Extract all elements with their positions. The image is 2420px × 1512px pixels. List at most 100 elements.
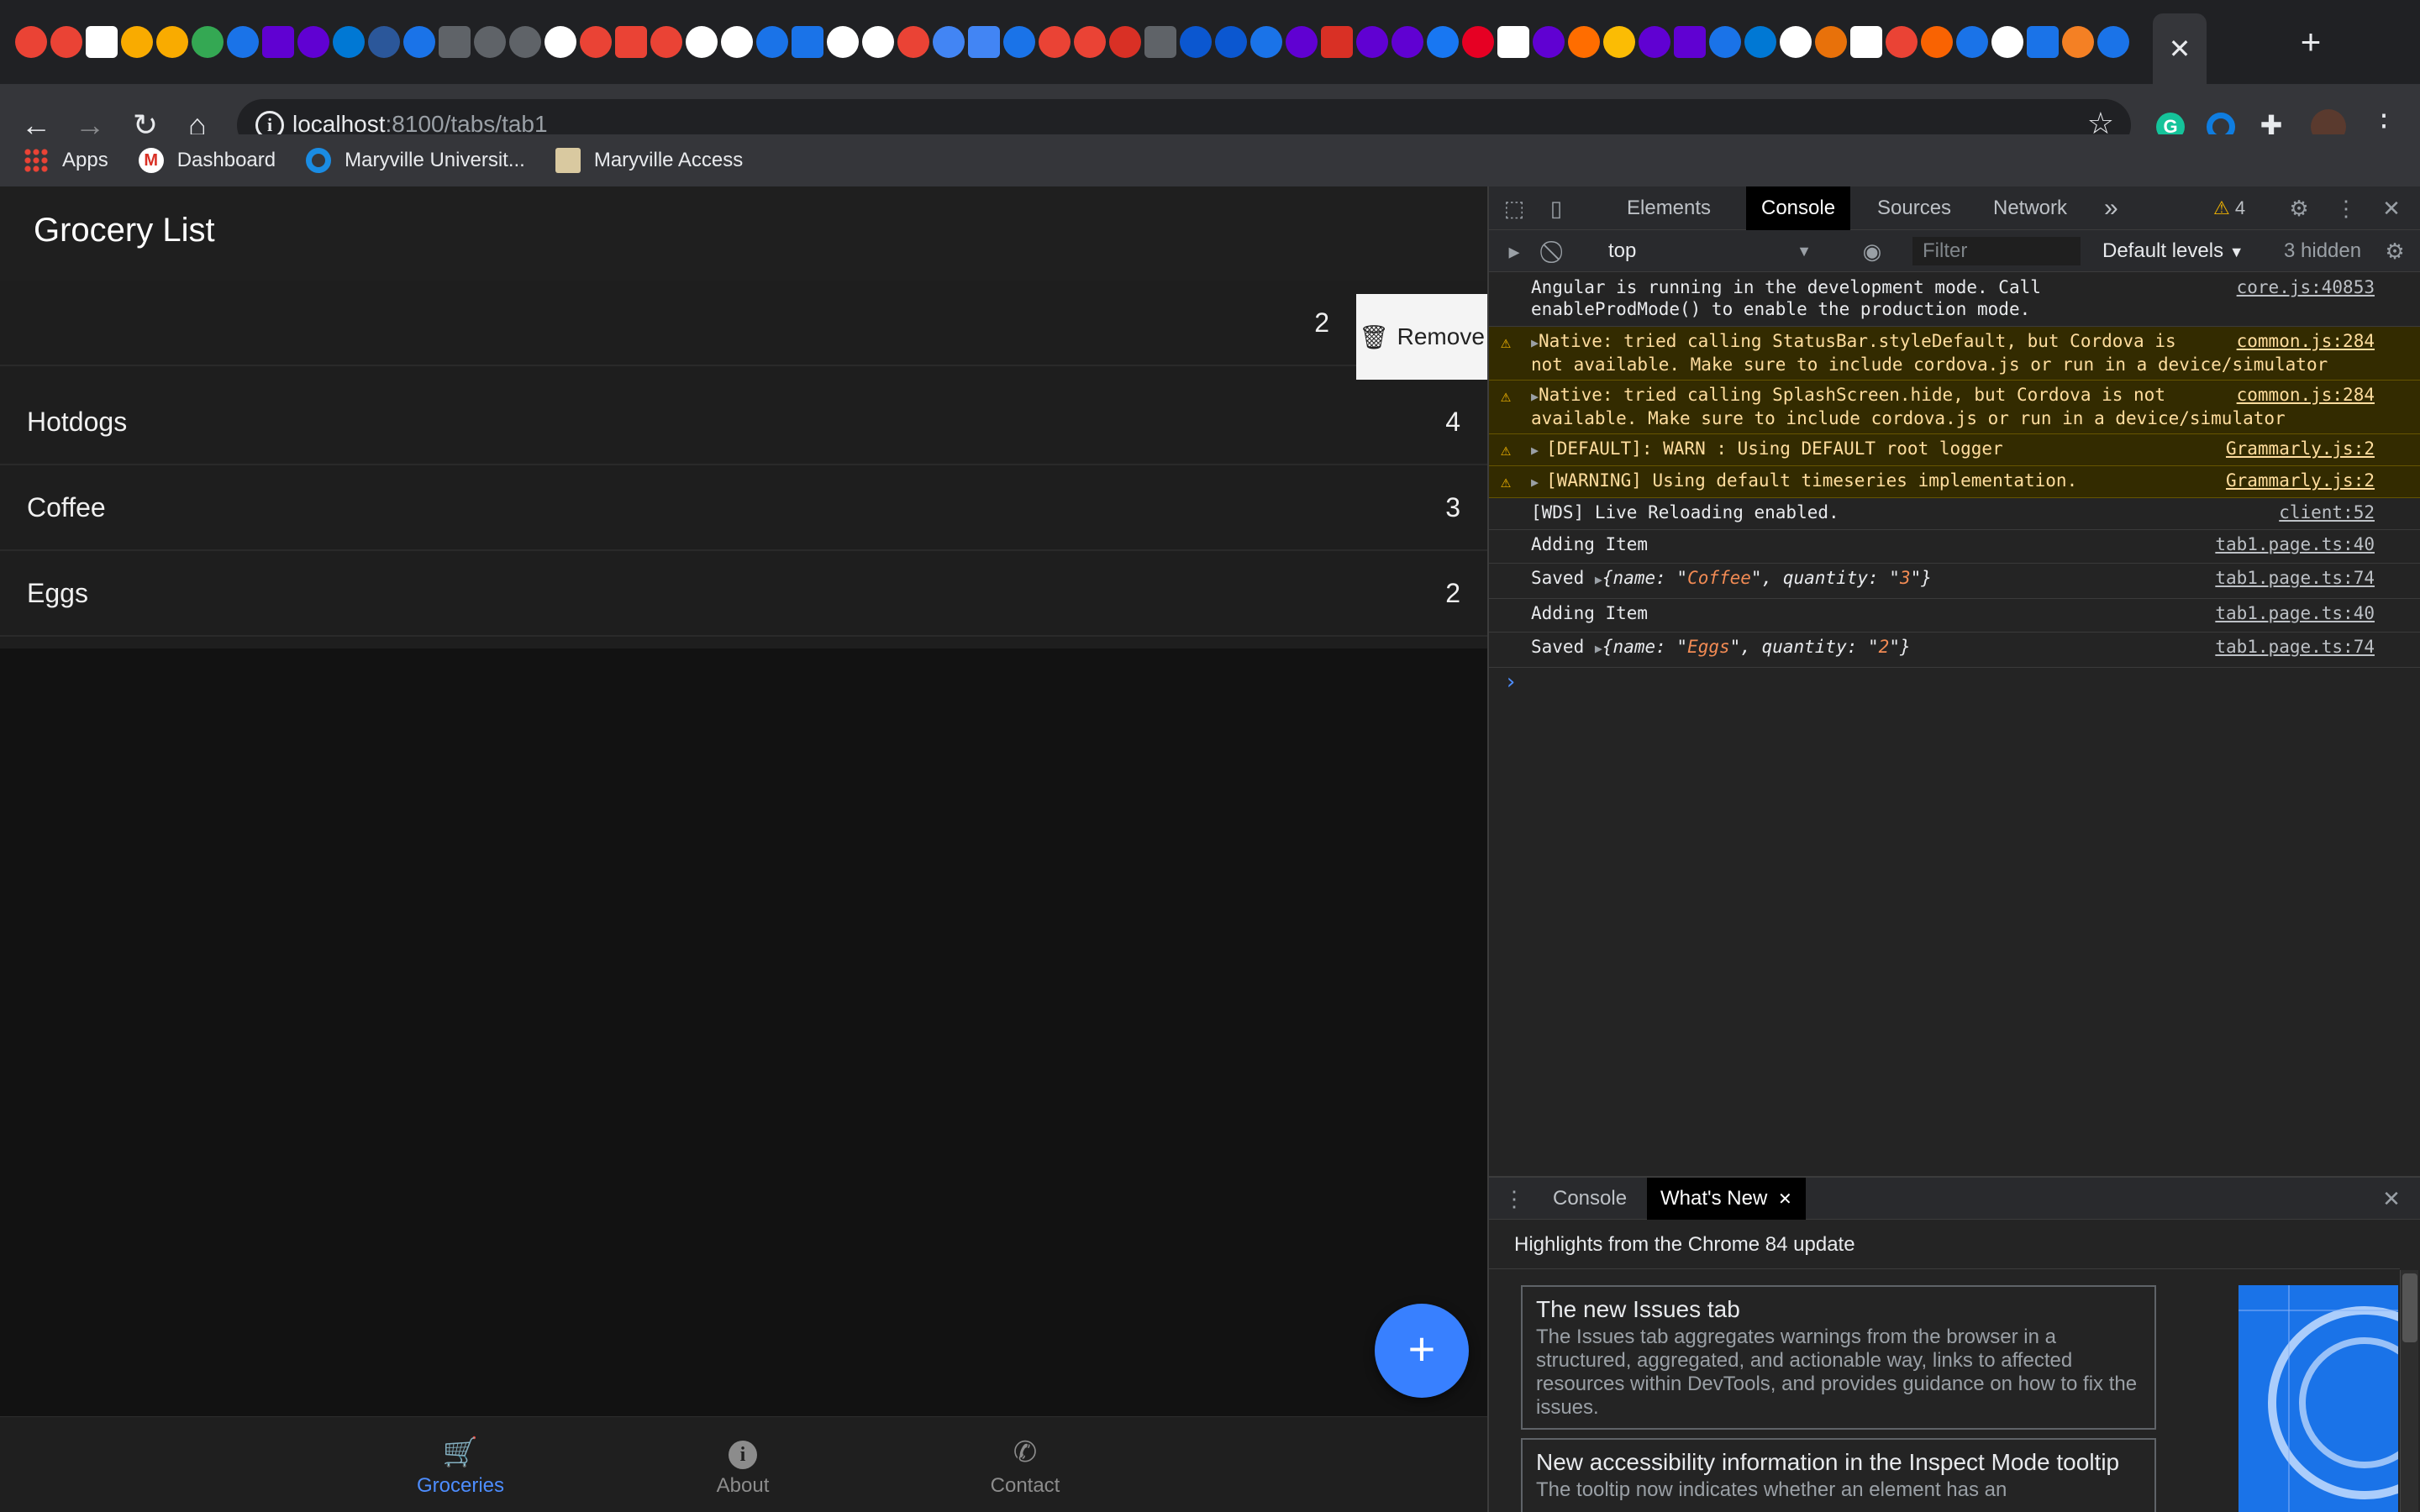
- pinned-tab-favicon[interactable]: [1074, 26, 1106, 58]
- sidebar-toggle-icon[interactable]: ▸: [1501, 238, 1528, 265]
- pinned-tab-favicon[interactable]: [827, 26, 859, 58]
- pinned-tab-favicon[interactable]: [1603, 26, 1635, 58]
- list-item[interactable]: Coffee 3: [0, 465, 1487, 551]
- pinned-tab-favicon[interactable]: [1921, 26, 1953, 58]
- source-link[interactable]: client:52: [2279, 501, 2375, 523]
- pinned-tab-favicon[interactable]: [1568, 26, 1600, 58]
- log-levels-select[interactable]: Default levels ▼: [2102, 235, 2244, 268]
- bookmark-maryville-access[interactable]: Maryville Access: [555, 148, 743, 173]
- list-item[interactable]: Hotdogs 4: [0, 380, 1487, 465]
- pinned-tab-favicon[interactable]: [368, 26, 400, 58]
- close-devtools-icon[interactable]: ✕: [2378, 195, 2405, 222]
- devtools-menu-icon[interactable]: ⋮: [2333, 195, 2360, 222]
- pinned-tab-favicon[interactable]: [580, 26, 612, 58]
- tab-network[interactable]: Network: [1978, 186, 2082, 230]
- source-link[interactable]: Grammarly.js:2: [2226, 470, 2375, 491]
- pinned-tab-favicon[interactable]: [1956, 26, 1988, 58]
- pinned-tab-favicon[interactable]: [1109, 26, 1141, 58]
- expand-triangle-icon[interactable]: ▶: [1595, 572, 1602, 587]
- whats-new-card[interactable]: The new Issues tab The Issues tab aggreg…: [1521, 1285, 2156, 1430]
- pinned-tab-favicon[interactable]: [1286, 26, 1318, 58]
- drawer-tab-whats-new[interactable]: What's New ✕: [1647, 1178, 1806, 1220]
- pinned-tab-favicon[interactable]: [86, 26, 118, 58]
- tab-contact[interactable]: ✆ Contact: [941, 1436, 1109, 1498]
- pinned-tab-favicon[interactable]: [1850, 26, 1882, 58]
- pinned-tab-favicon[interactable]: [50, 26, 82, 58]
- pinned-tab-favicon[interactable]: [1392, 26, 1423, 58]
- pinned-tab-favicon[interactable]: [933, 26, 965, 58]
- pinned-tab-favicon[interactable]: [2097, 26, 2129, 58]
- pinned-tab-favicon[interactable]: [227, 26, 259, 58]
- pinned-tab-favicon[interactable]: [1815, 26, 1847, 58]
- settings-gear-icon[interactable]: ⚙: [2286, 195, 2312, 222]
- pinned-tab-favicon[interactable]: [1991, 26, 2023, 58]
- context-select[interactable]: top ▼: [1598, 235, 1823, 267]
- tab-sources[interactable]: Sources: [1862, 186, 1966, 230]
- pinned-tab-favicon[interactable]: [897, 26, 929, 58]
- pinned-tab-favicon[interactable]: [1039, 26, 1071, 58]
- pinned-tab-favicon[interactable]: [1497, 26, 1529, 58]
- pinned-tab-favicon[interactable]: [615, 26, 647, 58]
- inspect-element-icon[interactable]: ⬚: [1501, 195, 1528, 222]
- expand-triangle-icon[interactable]: ▶: [1531, 389, 1539, 404]
- active-tab-close-button[interactable]: ✕: [2153, 13, 2207, 84]
- expand-triangle-icon[interactable]: ▶: [1531, 475, 1546, 490]
- eye-icon[interactable]: ◉: [1859, 238, 1886, 265]
- console-settings-icon[interactable]: ⚙: [2381, 238, 2408, 265]
- drawer-scrollbar[interactable]: [2400, 1270, 2418, 1512]
- pinned-tab-favicon[interactable]: [1533, 26, 1565, 58]
- pinned-tab-favicon[interactable]: [1321, 26, 1353, 58]
- tab-elements[interactable]: Elements: [1612, 186, 1726, 230]
- expand-triangle-icon[interactable]: ▶: [1531, 335, 1539, 350]
- console-filter-input[interactable]: [1912, 237, 2081, 265]
- pinned-tab-favicon[interactable]: [1427, 26, 1459, 58]
- pinned-tab-favicon[interactable]: [1744, 26, 1776, 58]
- whats-new-card[interactable]: New accessibility information in the Ins…: [1521, 1438, 2156, 1512]
- close-drawer-icon[interactable]: ✕: [2378, 1185, 2405, 1212]
- pinned-tab-favicon[interactable]: [756, 26, 788, 58]
- source-link[interactable]: common.js:284: [2237, 384, 2375, 406]
- pinned-tab-favicon[interactable]: [192, 26, 224, 58]
- pinned-tab-favicon[interactable]: [1780, 26, 1812, 58]
- source-link[interactable]: core.js:40853: [2237, 276, 2375, 298]
- pinned-tab-favicon[interactable]: [1003, 26, 1035, 58]
- scrollbar-thumb[interactable]: [2402, 1273, 2417, 1342]
- source-link[interactable]: common.js:284: [2237, 330, 2375, 352]
- pinned-tab-favicon[interactable]: [968, 26, 1000, 58]
- pinned-tab-favicon[interactable]: [297, 26, 329, 58]
- source-link[interactable]: Grammarly.js:2: [2226, 438, 2375, 459]
- pinned-tab-favicon[interactable]: [792, 26, 823, 58]
- add-item-fab[interactable]: +: [1375, 1304, 1469, 1398]
- pinned-tab-favicon[interactable]: [1356, 26, 1388, 58]
- pinned-tab-favicon[interactable]: [509, 26, 541, 58]
- source-link[interactable]: tab1.page.ts:40: [2215, 602, 2375, 624]
- pinned-tab-favicon[interactable]: [262, 26, 294, 58]
- pinned-tab-favicon[interactable]: [1886, 26, 1918, 58]
- pinned-tab-favicon[interactable]: [1180, 26, 1212, 58]
- bookmark-maryville-university[interactable]: Maryville Universit...: [306, 148, 525, 173]
- pinned-tab-favicon[interactable]: [650, 26, 682, 58]
- source-link[interactable]: tab1.page.ts:40: [2215, 533, 2375, 555]
- pinned-tab-favicon[interactable]: [403, 26, 435, 58]
- source-link[interactable]: tab1.page.ts:74: [2215, 636, 2375, 658]
- pinned-tab-favicon[interactable]: [1215, 26, 1247, 58]
- pinned-tab-favicon[interactable]: [862, 26, 894, 58]
- pinned-tab-favicon[interactable]: [15, 26, 47, 58]
- pinned-tab-favicon[interactable]: [1462, 26, 1494, 58]
- pinned-tab-favicon[interactable]: [333, 26, 365, 58]
- drawer-tab-console[interactable]: Console: [1539, 1178, 1640, 1220]
- logged-object[interactable]: {name: "Coffee", quantity: "3"}: [1602, 568, 1932, 588]
- list-item[interactable]: 2: [0, 281, 1487, 366]
- pinned-tab-favicon[interactable]: [1144, 26, 1176, 58]
- logged-object[interactable]: {name: "Eggs", quantity: "2"}: [1602, 637, 1911, 657]
- tab-console[interactable]: Console: [1746, 186, 1851, 230]
- pinned-tab-favicon[interactable]: [1709, 26, 1741, 58]
- clear-console-icon[interactable]: ⃠: [1543, 238, 1570, 265]
- pinned-tab-favicon[interactable]: [121, 26, 153, 58]
- new-tab-button[interactable]: +: [2292, 24, 2329, 60]
- pinned-tab-favicon[interactable]: [439, 26, 471, 58]
- drawer-menu-icon[interactable]: ⋮: [1501, 1185, 1528, 1212]
- pinned-tab-favicon[interactable]: [1639, 26, 1670, 58]
- source-link[interactable]: tab1.page.ts:74: [2215, 567, 2375, 589]
- close-tab-icon[interactable]: ✕: [1778, 1190, 1792, 1209]
